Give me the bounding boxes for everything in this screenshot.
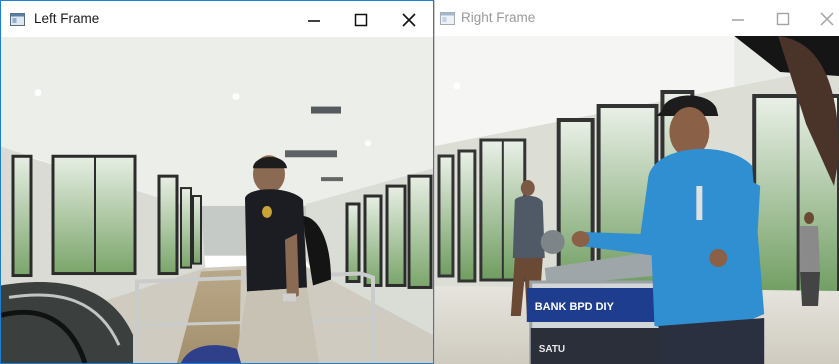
maximize-icon [354,13,368,27]
minimize-icon [308,20,320,22]
right-camera-image: BANK BPD DIY SATU [435,36,839,364]
right-maximize-button[interactable] [769,7,797,31]
cart-sign-main: BANK BPD DIY [535,301,615,313]
left-camera-image [1,37,433,363]
right-minimize-button[interactable] [724,7,752,31]
left-frame-window[interactable]: Left Frame [0,0,434,364]
left-camera-frame [1,37,433,363]
close-icon [402,13,416,27]
left-title-bar[interactable]: Left Frame [1,1,433,37]
right-close-button[interactable] [813,7,839,31]
right-frame-window[interactable]: Right Frame BANK BPD DIY SATU [434,0,839,364]
left-minimize-button[interactable] [300,8,328,32]
left-window-title: Left Frame [34,11,100,26]
left-maximize-button[interactable] [347,8,375,32]
right-title-bar[interactable]: Right Frame [435,0,839,36]
close-icon [820,12,834,26]
maximize-icon [776,12,790,26]
app-window-icon [440,12,455,25]
left-close-button[interactable] [395,8,423,32]
right-window-title: Right Frame [461,10,536,25]
minimize-icon [732,19,744,21]
app-window-icon [10,13,25,26]
right-camera-frame: BANK BPD DIY SATU [435,36,839,364]
cart-sign-lower: SATU [539,344,565,355]
